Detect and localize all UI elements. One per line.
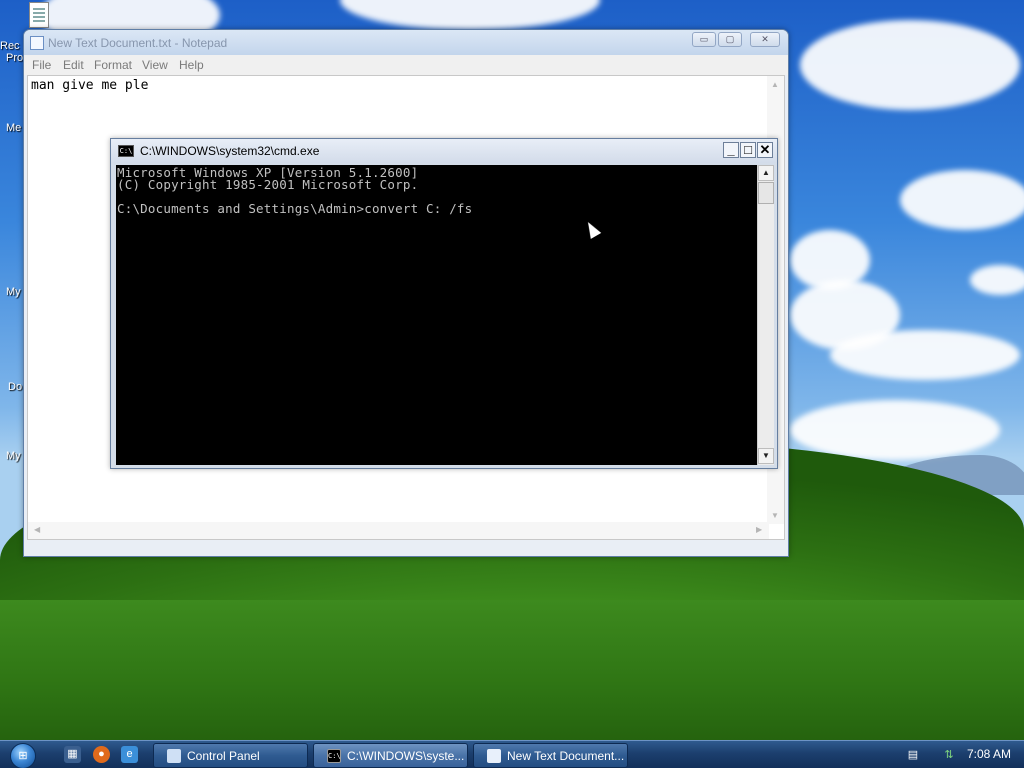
control-panel-icon bbox=[167, 749, 181, 763]
cmd-maximize-button[interactable]: □ bbox=[740, 142, 756, 158]
taskbar-button-control-panel[interactable]: Control Panel bbox=[153, 743, 308, 768]
scroll-up-icon[interactable]: ▲ bbox=[771, 80, 779, 89]
clock[interactable]: 7:08 AM bbox=[967, 747, 1011, 761]
menu-file[interactable]: File bbox=[32, 58, 51, 72]
cmd-scroll-up-button[interactable]: ▲ bbox=[758, 165, 774, 181]
notepad-minimize-button[interactable]: ▭ bbox=[692, 32, 716, 47]
notepad-title-bar[interactable]: New Text Document.txt - Notepad ▭ ▢ ✕ bbox=[24, 30, 788, 55]
cmd-icon: C:\ bbox=[118, 145, 134, 157]
menu-view[interactable]: View bbox=[142, 58, 168, 72]
taskbar-button-label: New Text Document... bbox=[507, 749, 625, 763]
cmd-scroll-thumb[interactable] bbox=[758, 182, 774, 204]
notepad-icon bbox=[30, 36, 44, 50]
console-line: (C) Copyright 1985-2001 Microsoft Corp. bbox=[117, 177, 419, 192]
taskbar: ⊞ ▦ ● e Control Panel C:\ C:\WINDOWS\sys… bbox=[0, 740, 1024, 768]
cloud bbox=[900, 170, 1024, 230]
notepad-horizontal-scrollbar[interactable]: ◀ ▶ bbox=[28, 522, 769, 539]
cmd-window: C:\ C:\WINDOWS\system32\cmd.exe _ □ ✕ Mi… bbox=[110, 138, 778, 469]
green-field bbox=[0, 600, 1024, 740]
keyboard-icon[interactable]: ▤ bbox=[906, 748, 920, 762]
show-desktop-icon[interactable]: ▦ bbox=[64, 746, 81, 763]
taskbar-button-label: Control Panel bbox=[187, 749, 260, 763]
menu-format[interactable]: Format bbox=[94, 58, 132, 72]
cloud bbox=[340, 0, 600, 30]
text-file-desktop-icon[interactable] bbox=[29, 2, 49, 28]
cmd-minimize-button[interactable]: _ bbox=[723, 142, 739, 158]
cloud bbox=[970, 265, 1024, 295]
cmd-scroll-down-button[interactable]: ▼ bbox=[758, 448, 774, 464]
notepad-maximize-button[interactable]: ▢ bbox=[718, 32, 742, 47]
menu-help[interactable]: Help bbox=[179, 58, 204, 72]
internet-explorer-icon[interactable]: e bbox=[121, 746, 138, 763]
firefox-icon[interactable]: ● bbox=[93, 746, 110, 763]
cmd-title-bar[interactable]: C:\ C:\WINDOWS\system32\cmd.exe _ □ ✕ bbox=[111, 139, 777, 163]
taskbar-button-cmd[interactable]: C:\ C:\WINDOWS\syste... bbox=[313, 743, 468, 768]
network-icon[interactable]: ⇅ bbox=[942, 748, 956, 762]
notepad-close-button[interactable]: ✕ bbox=[750, 32, 780, 47]
cloud bbox=[790, 400, 1000, 460]
scroll-down-icon[interactable]: ▼ bbox=[771, 511, 779, 520]
menu-edit[interactable]: Edit bbox=[63, 58, 84, 72]
cmd-title: C:\WINDOWS\system32\cmd.exe bbox=[140, 144, 320, 158]
notepad-icon bbox=[487, 749, 501, 763]
notepad-content: man give me ple bbox=[31, 78, 149, 93]
scroll-right-icon[interactable]: ▶ bbox=[756, 525, 762, 534]
cmd-icon: C:\ bbox=[327, 749, 341, 763]
cmd-vertical-scrollbar[interactable]: ▲ ▼ bbox=[757, 165, 774, 465]
taskbar-button-notepad[interactable]: New Text Document... bbox=[473, 743, 628, 768]
cmd-console[interactable]: Microsoft Windows XP [Version 5.1.2600] … bbox=[116, 165, 757, 465]
start-button[interactable]: ⊞ bbox=[10, 743, 36, 768]
console-line: C:\Documents and Settings\Admin>convert … bbox=[117, 201, 473, 216]
taskbar-button-label: C:\WINDOWS\syste... bbox=[347, 749, 465, 763]
notepad-title: New Text Document.txt - Notepad bbox=[48, 36, 228, 50]
notepad-menu-bar: File Edit Format View Help bbox=[24, 55, 788, 75]
scroll-left-icon[interactable]: ◀ bbox=[34, 525, 40, 534]
cmd-close-button[interactable]: ✕ bbox=[757, 142, 773, 158]
cloud bbox=[800, 20, 1020, 110]
cloud bbox=[830, 330, 1020, 380]
